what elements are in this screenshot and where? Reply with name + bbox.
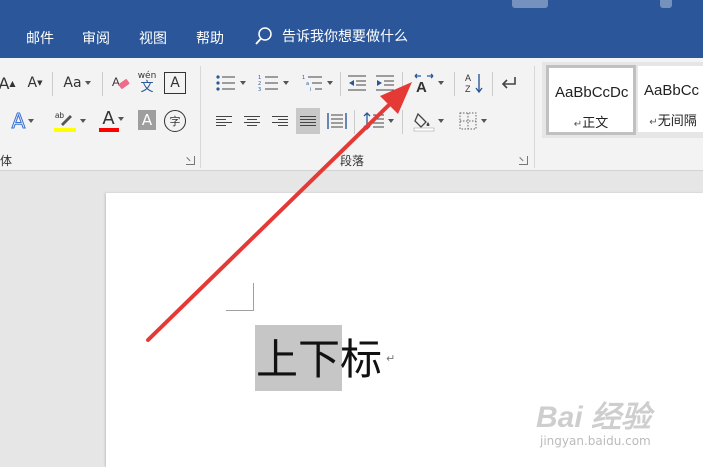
- baidu-watermark: Bai 经验 jingyan.baidu.com: [530, 392, 700, 458]
- watermark-brand: Bai 经验: [536, 401, 652, 434]
- watermark-site: jingyan.baidu.com: [540, 434, 651, 448]
